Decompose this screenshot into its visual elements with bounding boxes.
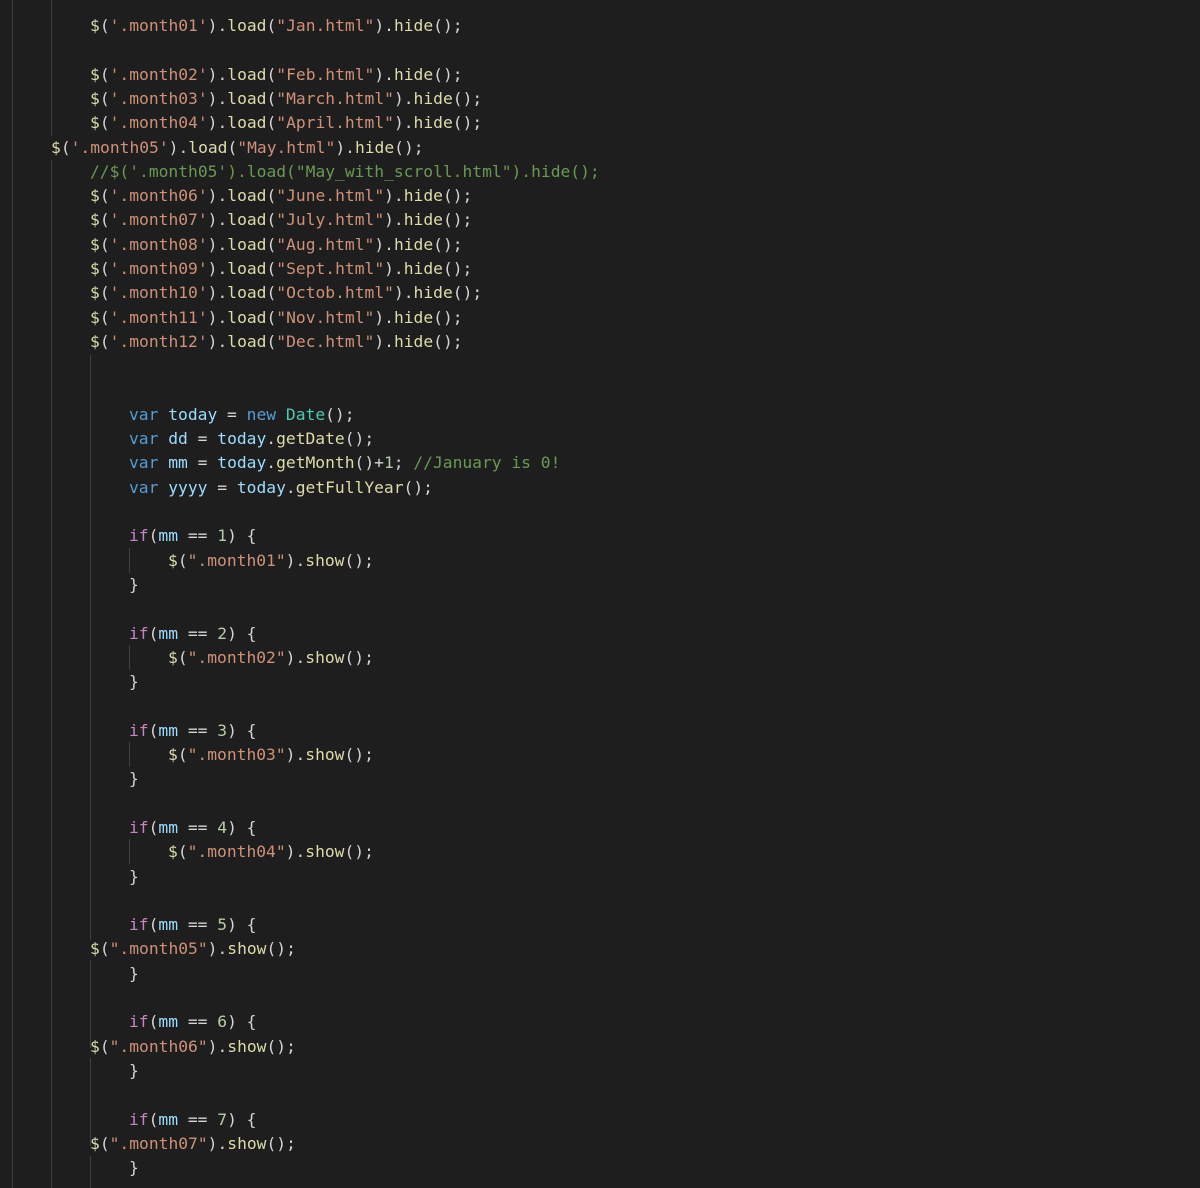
code-line[interactable]: if(mm == 2) { xyxy=(129,622,256,646)
code-line[interactable]: } xyxy=(129,865,139,889)
code-line[interactable]: if(mm == 4) { xyxy=(129,816,256,840)
code-line[interactable]: var today = new Date(); xyxy=(129,403,355,427)
indent-guide xyxy=(90,355,91,940)
code-line[interactable]: if(mm == 3) { xyxy=(129,719,256,743)
code-line[interactable]: $(".month02").show(); xyxy=(168,646,374,670)
code-line[interactable]: var mm = today.getMonth()+1; //January i… xyxy=(129,451,560,475)
code-line[interactable]: } xyxy=(129,1156,139,1180)
indent-guide xyxy=(12,0,13,1188)
indent-guide xyxy=(90,1156,91,1188)
code-line[interactable]: $('.month07').load("July.html").hide(); xyxy=(90,208,472,232)
code-line[interactable]: $('.month09').load("Sept.html").hide(); xyxy=(90,257,472,281)
indent-guide xyxy=(129,839,130,864)
indent-guide xyxy=(51,0,52,136)
code-line[interactable]: if(mm == 6) { xyxy=(129,1010,256,1034)
code-line[interactable]: $('.month04').load("April.html").hide(); xyxy=(90,111,482,135)
code-line[interactable]: $('.month02').load("Feb.html").hide(); xyxy=(90,63,463,87)
code-line[interactable]: $('.month06').load("June.html").hide(); xyxy=(90,184,472,208)
code-line[interactable]: } xyxy=(129,962,139,986)
code-line[interactable]: $('.month10').load("Octob.html").hide(); xyxy=(90,281,482,305)
code-editor[interactable]: $('.month01').load("Jan.html").hide(); $(… xyxy=(0,0,1200,1188)
code-line[interactable]: } xyxy=(129,1059,139,1083)
code-line[interactable]: var dd = today.getDate(); xyxy=(129,427,374,451)
code-line[interactable]: $('.month08').load("Aug.html").hide(); xyxy=(90,233,463,257)
code-line[interactable]: } xyxy=(129,767,139,791)
code-line[interactable]: $(".month04").show(); xyxy=(168,840,374,864)
code-line[interactable]: $('.month11').load("Nov.html").hide(); xyxy=(90,306,463,330)
code-line[interactable]: $('.month05').load("May.html").hide(); xyxy=(51,136,424,160)
indent-guide xyxy=(51,160,52,1188)
indent-guide xyxy=(129,645,130,670)
code-line[interactable]: } xyxy=(129,573,139,597)
indent-guide xyxy=(129,548,130,573)
code-line[interactable]: $(".month01").show(); xyxy=(168,549,374,573)
code-line[interactable]: //$('.month05').load("May_with_scroll.ht… xyxy=(90,160,600,184)
code-line[interactable]: $('.month03').load("March.html").hide(); xyxy=(90,87,482,111)
code-line[interactable]: } xyxy=(129,670,139,694)
code-line[interactable]: $(".month05").show(); xyxy=(90,937,296,961)
code-line[interactable]: if(mm == 7) { xyxy=(129,1108,256,1132)
code-line[interactable]: $('.month01').load("Jan.html").hide(); xyxy=(90,14,463,38)
code-line[interactable]: $(".month03").show(); xyxy=(168,743,374,767)
code-line[interactable]: $(".month06").show(); xyxy=(90,1035,296,1059)
code-line[interactable]: $(".month07").show(); xyxy=(90,1132,296,1156)
code-line[interactable]: var yyyy = today.getFullYear(); xyxy=(129,476,433,500)
code-line[interactable]: $('.month12').load("Dec.html").hide(); xyxy=(90,330,463,354)
code-line[interactable]: if(mm == 5) { xyxy=(129,913,256,937)
indent-guide xyxy=(129,742,130,767)
code-line[interactable]: if(mm == 1) { xyxy=(129,524,256,548)
